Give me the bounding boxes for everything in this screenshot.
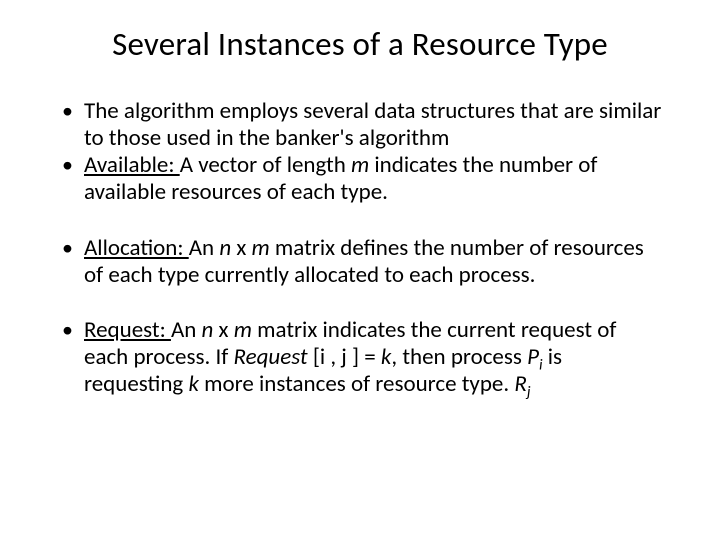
label-request: Request:	[84, 316, 171, 344]
text: A vector of length	[180, 151, 351, 179]
var-m: m	[252, 234, 270, 262]
var-k: k	[381, 343, 391, 371]
var-k: k	[188, 370, 198, 398]
spacer	[56, 289, 664, 317]
text: An	[171, 316, 202, 344]
bullet-intro: The algorithm employs several data struc…	[56, 98, 664, 152]
slide: Several Instances of a Resource Type The…	[0, 0, 720, 540]
sub-j: j	[527, 383, 531, 402]
var-n: n	[202, 316, 214, 344]
spacer	[56, 207, 664, 235]
text: more instances of resource type.	[199, 370, 514, 398]
var-R: R	[514, 370, 527, 398]
slide-title: Several Instances of a Resource Type	[56, 24, 664, 64]
text: The algorithm employs several data struc…	[84, 97, 661, 152]
var-m: m	[351, 151, 369, 179]
label-available: Available:	[84, 151, 180, 179]
text: x	[213, 316, 233, 344]
label-allocation: Allocation:	[84, 234, 189, 262]
text: [i , j ] =	[313, 343, 381, 371]
text: , then process	[391, 343, 527, 371]
bullet-request: Request: An n x m matrix indicates the c…	[56, 317, 664, 398]
var-request: Request	[234, 343, 313, 371]
bullet-allocation: Allocation: An n x m matrix defines the …	[56, 235, 664, 289]
var-P: P	[527, 343, 539, 371]
text: An	[189, 234, 220, 262]
text: x	[231, 234, 251, 262]
var-n: n	[219, 234, 231, 262]
var-m: m	[234, 316, 252, 344]
bullet-list: The algorithm employs several data struc…	[56, 98, 664, 398]
bullet-available: Available: A vector of length m indicate…	[56, 152, 664, 206]
